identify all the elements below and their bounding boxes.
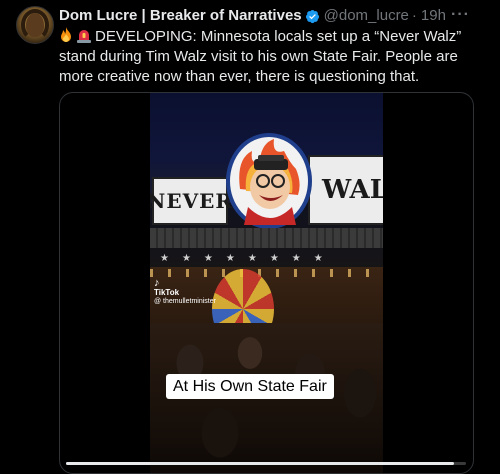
- tweet-text: DEVELOPING: Minnesota locals set up a “N…: [59, 27, 479, 87]
- siren-emoji-icon: [77, 30, 91, 43]
- video-progress-fill: [66, 462, 454, 465]
- author-handle[interactable]: @dom_lucre: [324, 6, 409, 26]
- timestamp[interactable]: 19h: [421, 6, 446, 26]
- video-progress-bar[interactable]: [66, 462, 466, 465]
- tiktok-watermark: ♪ TikTok @ themulletminister: [154, 277, 216, 306]
- fire-emoji-icon: [61, 27, 71, 42]
- tweet[interactable]: Dom Lucre | Breaker of Narratives @dom_l…: [0, 0, 500, 474]
- more-options-icon[interactable]: ···: [451, 6, 470, 24]
- video-frame[interactable]: NEVER WAL ★★★★★★★★ ♪ TikTok @ themulletm…: [150, 93, 383, 473]
- tiktok-brand: TikTok: [154, 288, 180, 297]
- avatar[interactable]: [16, 6, 54, 44]
- author-name[interactable]: Dom Lucre | Breaker of Narratives: [59, 6, 302, 26]
- tweet-body: DEVELOPING: Minnesota locals set up a “N…: [59, 28, 462, 85]
- booth-lights: [150, 269, 383, 277]
- video-caption: At His Own State Fair: [166, 374, 334, 399]
- tiktok-user: @ themulletminister: [154, 298, 216, 305]
- verified-badge-icon[interactable]: [305, 9, 320, 24]
- avatar-face: [26, 13, 44, 37]
- cartoon-logo-icon: [226, 133, 312, 229]
- never-sign: NEVER: [150, 177, 232, 225]
- tiktok-logo-icon: ♪: [154, 277, 160, 289]
- booth-roof: [150, 228, 383, 248]
- separator: ·: [411, 7, 417, 24]
- star-trim: ★★★★★★★★: [160, 253, 336, 264]
- tweet-header: Dom Lucre | Breaker of Narratives @dom_l…: [59, 6, 490, 26]
- walz-sign: WAL: [308, 155, 383, 225]
- video-player[interactable]: NEVER WAL ★★★★★★★★ ♪ TikTok @ themulletm…: [59, 92, 474, 474]
